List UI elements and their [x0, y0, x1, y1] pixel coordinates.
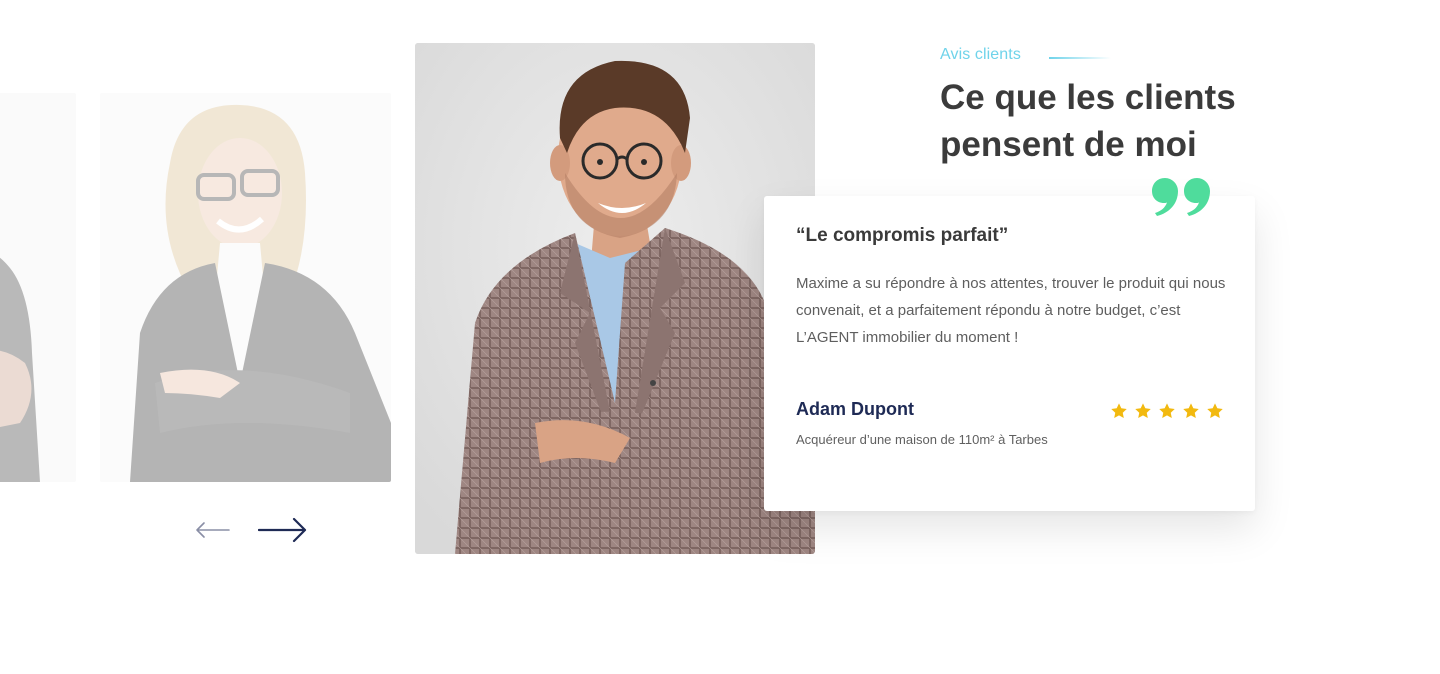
arrow-right-icon — [258, 517, 307, 543]
client-photo-main — [415, 43, 815, 554]
star-icon — [1159, 403, 1175, 419]
testimonial-title: “Le compromis parfait” — [796, 225, 1009, 246]
star-icon — [1111, 403, 1127, 419]
testimonial-card: “Le compromis parfait” Maxime a su répon… — [764, 196, 1255, 511]
section-title: Ce que les clients pensent de moi — [940, 74, 1360, 168]
section-title-line2: pensent de moi — [940, 125, 1197, 164]
star-icon — [1207, 403, 1223, 419]
woman-portrait-icon — [0, 93, 76, 482]
section-eyebrow: Avis clients — [940, 46, 1021, 63]
arrow-left-icon — [196, 522, 230, 538]
author-name: Adam Dupont — [796, 399, 914, 419]
next-button[interactable] — [254, 512, 312, 548]
man-portrait-icon — [415, 43, 815, 554]
blonde-woman-portrait-icon — [100, 93, 391, 482]
rating-stars — [1110, 402, 1224, 420]
star-icon — [1183, 403, 1199, 419]
client-photo-faded-blonde[interactable] — [100, 93, 391, 482]
testimonial-text: Maxime a su répondre à nos attentes, tro… — [796, 275, 1226, 346]
previous-button[interactable] — [190, 512, 234, 548]
star-icon — [1135, 403, 1151, 419]
section-title-line1: Ce que les clients — [940, 78, 1236, 117]
eyebrow-divider — [1049, 57, 1111, 59]
testimonials-section: Avis clients Ce que les clients pensent … — [0, 0, 1440, 674]
author-role: Acquéreur d’une maison de 110m² à Tarbes — [796, 432, 1048, 447]
client-photo-faded-left[interactable] — [0, 93, 76, 482]
quote-icon — [1152, 178, 1210, 216]
